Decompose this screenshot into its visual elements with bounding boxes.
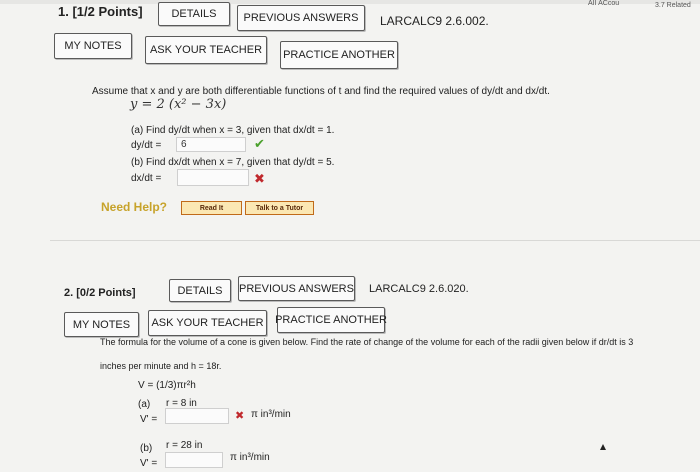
q2-formula: V = (1/3)πr²h [138, 380, 196, 391]
q2-part-b-label: (b) [140, 443, 153, 454]
q2-details-button[interactable]: DETAILS [169, 279, 231, 302]
q2-part-b-v-label: V' = [140, 458, 158, 469]
q2-part-a-input[interactable] [165, 408, 229, 424]
question-divider [50, 240, 700, 241]
q1-equation: y = 2 (x² − 3x) [130, 97, 227, 112]
q1-points: 1. [1/2 Points] [58, 4, 143, 19]
talk-to-tutor-button[interactable]: Talk to a Tutor [245, 201, 314, 215]
q1-part-b: (b) Find dx/dt when x = 7, given that dy… [131, 157, 335, 168]
q2-part-b-radius: r = 28 in [166, 440, 203, 451]
q2-prompt-line1: The formula for the volume of a cone is … [100, 337, 634, 347]
q2-prompt-line2: inches per minute and h = 18r. [100, 361, 222, 371]
q1-my-notes-button[interactable]: MY NOTES [54, 33, 132, 59]
q2-part-a-label: (a) [138, 399, 151, 410]
corner-text-left: AII ACcou [588, 0, 620, 7]
q1-part-b-label: dx/dt = [131, 173, 162, 184]
q1-practice-another-button[interactable]: PRACTICE ANOTHER [280, 41, 398, 69]
q1-prompt: Assume that x and y are both differentia… [92, 86, 550, 97]
q2-part-b-input[interactable] [165, 452, 223, 468]
q1-details-button[interactable]: DETAILS [158, 2, 230, 26]
incorrect-x-icon-2: ✖ [235, 410, 245, 422]
related-link[interactable]: 3.7 Related [655, 2, 691, 9]
q1-part-a: (a) Find dy/dt when x = 3, given that dx… [131, 125, 335, 136]
q1-ask-teacher-button[interactable]: ASK YOUR TEACHER [145, 36, 267, 64]
q2-part-b-unit: π in³/min [230, 452, 270, 463]
q2-practice-another-button[interactable]: PRACTICE ANOTHER [275, 307, 387, 333]
q1-previous-answers-button[interactable]: PREVIOUS ANSWERS [237, 5, 365, 31]
q1-part-a-input[interactable]: 6 [176, 137, 246, 152]
q2-my-notes-button[interactable]: MY NOTES [64, 312, 139, 337]
q2-ask-teacher-button[interactable]: ASK YOUR TEACHER [148, 310, 267, 336]
mouse-cursor-icon [600, 444, 606, 450]
need-help-label: Need Help? [101, 200, 168, 214]
q1-part-b-input[interactable] [177, 169, 249, 186]
q2-points: 2. [0/2 Points] [64, 287, 136, 299]
q1-part-a-label: dy/dt = [131, 140, 162, 151]
q2-previous-answers-button[interactable]: PREVIOUS ANSWERS [238, 276, 355, 301]
correct-check-icon: ✔ [254, 136, 265, 151]
q2-part-a-v-label: V' = [140, 414, 158, 425]
q2-code: LARCALC9 2.6.020. [369, 283, 469, 295]
read-it-button[interactable]: Read It [181, 201, 242, 215]
q2-part-a-unit: π in³/min [251, 409, 291, 420]
q1-code: LARCALC9 2.6.002. [380, 14, 489, 28]
incorrect-x-icon: ✖ [254, 171, 265, 186]
